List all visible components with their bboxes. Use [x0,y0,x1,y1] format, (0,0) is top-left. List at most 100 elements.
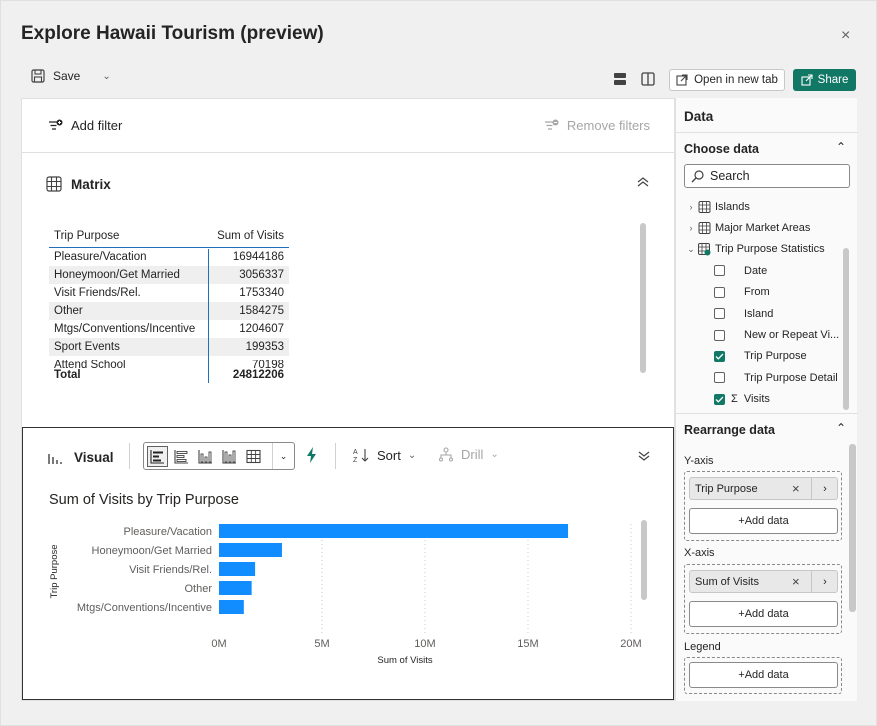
field-label: New or Repeat Vi... [744,329,840,342]
row-label: Other [54,305,83,317]
remove-field-icon[interactable]: × [792,574,800,589]
column-chart-icon [198,449,212,464]
checkbox-checked[interactable] [714,350,725,362]
collapse-matrix-icon[interactable] [636,175,650,189]
tree-item-islands[interactable]: › Islands [676,196,850,217]
data-pane-title: Data [684,109,714,124]
visual-title: Visual [74,450,114,465]
chevron-right-icon: › [689,201,693,212]
expand-visual-icon[interactable] [637,449,651,463]
visual-panel: Visual ⌄ AZ Sort ⌄ Drill ⌄ Sum of Visits… [22,427,674,700]
field-visits[interactable]: Σ Visits [676,389,850,410]
x-axis-label: X-axis [684,547,715,559]
category-label: Pleasure/Vacation [124,526,212,538]
table-row: Pleasure/Vacation 16944186 [49,248,289,266]
layout-stacked-icon[interactable] [612,71,628,87]
layout-side-by-side-icon[interactable] [640,71,656,87]
chevron-up-icon[interactable]: ⌃ [836,421,846,435]
remove-field-icon[interactable]: × [792,481,800,496]
table-row-clipped: Attend School 70198 [49,360,289,368]
table-type-button[interactable] [243,446,264,467]
matrix-total-row: Total 24812206 [49,369,289,381]
row-value: 1584275 [239,305,284,317]
tree-scrollbar[interactable] [843,248,849,410]
add-filter-button[interactable]: Add filter [48,118,122,133]
drill-icon [439,447,453,462]
row-value: 3056337 [239,269,284,281]
checkbox[interactable] [714,286,725,298]
open-in-new-tab-button[interactable]: Open in new tab [669,69,785,91]
data-pane: Data Choose data ⌃ Search › Islands › Majo… [675,98,858,701]
column-chart-type-button[interactable] [195,446,216,467]
bar-chart-type-button[interactable] [147,445,168,467]
field-trip-purpose[interactable]: Trip Purpose [676,346,850,367]
matrix-col-sum-of-visits[interactable]: Sum of Visits [208,230,288,242]
total-label: Total [54,369,81,381]
check-icon [715,396,724,403]
chart-type-dropdown[interactable]: ⌄ [272,443,294,469]
matrix-col-trip-purpose[interactable]: Trip Purpose [49,230,208,242]
table-icon [698,222,711,235]
row-value: 70198 [252,360,284,368]
table-row: Visit Friends/Rel. 1753340 [49,284,289,302]
stacked-bar-type-button[interactable] [171,446,192,467]
field-date[interactable]: Date [676,260,850,281]
divider [335,443,336,469]
chevron-down-icon[interactable]: ⌄ [102,71,110,82]
row-value: 1204607 [239,323,284,335]
field-label: Trip Purpose [744,350,807,363]
tree-item-major-market-areas[interactable]: › Major Market Areas [676,217,850,238]
field-from[interactable]: From [676,282,850,303]
lightning-icon[interactable] [305,446,319,464]
bar-chart: Pleasure/Vacation Honeymoon/Get Married Vi… [49,524,642,666]
divider [676,132,858,133]
x-axis-field-pill[interactable]: Sum of Visits × › [689,570,838,593]
horizontal-bar-icon [150,449,164,464]
tree-item-trip-purpose-statistics[interactable]: ⌄ Trip Purpose Statistics [676,239,850,260]
bar-4 [219,600,244,614]
add-data-button[interactable]: +Add data [689,662,838,688]
remove-filters-button: Remove filters [544,118,650,133]
table-row: Sport Events 199353 [49,338,289,356]
pane-scrollbar[interactable] [849,444,856,612]
category-label: Visit Friends/Rel. [129,564,212,576]
search-input[interactable]: Search [684,164,850,188]
field-label: Visits [743,393,770,406]
checkbox[interactable] [714,308,725,320]
table-row: Other 1584275 [49,302,289,320]
matrix-title: Matrix [71,176,111,192]
share-button[interactable]: Share [793,69,856,91]
add-data-button[interactable]: +Add data [689,508,838,534]
drill-button: Drill ⌄ [438,447,499,462]
row-label: Visit Friends/Rel. [54,287,141,299]
check-icon [715,353,724,360]
sigma-icon: Σ [731,393,738,406]
checkbox[interactable] [714,372,725,384]
sort-label: Sort [377,447,401,463]
row-label: Attend School [54,360,126,368]
checkbox[interactable] [714,329,725,341]
y-axis-field-pill[interactable]: Trip Purpose × › [689,477,838,500]
choose-data-heading: Choose data [684,142,760,156]
sort-button[interactable]: AZ Sort ⌄ [353,447,416,464]
save-button[interactable]: Save ⌄ [31,69,111,83]
close-icon[interactable]: × [841,27,850,45]
field-label: Trip Purpose Detail [744,371,838,384]
field-trip-purpose-detail[interactable]: Trip Purpose Detail [676,367,850,388]
add-data-button[interactable]: +Add data [689,601,838,627]
chart-scrollbar[interactable] [641,520,647,600]
chevron-right-icon[interactable]: › [811,478,838,499]
row-label: Pleasure/Vacation [54,251,147,263]
field-new-or-repeat-visitor[interactable]: New or Repeat Vi... [676,324,850,345]
chevron-right-icon: › [689,223,693,234]
drill-label: Drill [461,447,484,462]
open-in-new-tab-label: Open in new tab [694,74,778,86]
checkbox[interactable] [714,265,725,277]
matrix-scrollbar[interactable] [640,223,646,373]
chevron-up-icon[interactable]: ⌃ [836,140,846,154]
field-label: From [744,286,770,299]
chevron-right-icon[interactable]: › [811,571,838,592]
stacked-column-type-button[interactable] [219,446,240,467]
checkbox-checked[interactable] [714,393,725,405]
field-island[interactable]: Island [676,303,850,324]
